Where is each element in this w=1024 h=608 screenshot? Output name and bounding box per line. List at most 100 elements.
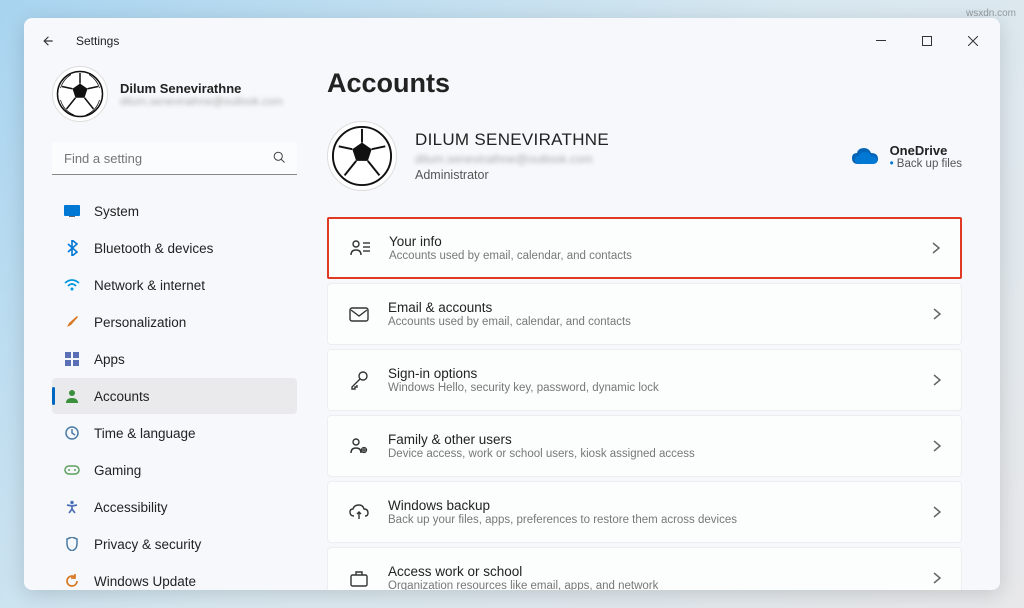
email-icon: [348, 307, 370, 322]
wifi-icon: [64, 277, 80, 293]
card-signin-options[interactable]: Sign-in optionsWindows Hello, security k…: [327, 349, 962, 411]
sidebar-item-accessibility[interactable]: Accessibility: [52, 489, 297, 525]
avatar: [52, 66, 108, 122]
nav-label: Accessibility: [94, 500, 168, 515]
sidebar-item-personalization[interactable]: Personalization: [52, 304, 297, 340]
search-box: [52, 142, 297, 175]
profile-name: Dilum Senevirathne: [120, 81, 283, 96]
search-icon: [272, 150, 287, 165]
sidebar-item-accounts[interactable]: Accounts: [52, 378, 297, 414]
nav-label: Accounts: [94, 389, 150, 404]
card-title: Family & other users: [388, 432, 915, 447]
card-sub: Device access, work or school users, kio…: [388, 448, 915, 460]
sidebar-item-system[interactable]: System: [52, 193, 297, 229]
nav-label: Time & language: [94, 426, 196, 441]
shield-icon: [64, 536, 80, 552]
card-list: Your infoAccounts used by email, calenda…: [327, 217, 962, 590]
maximize-button[interactable]: [904, 22, 950, 60]
nav-label: Windows Update: [94, 574, 196, 589]
sidebar-item-apps[interactable]: Apps: [52, 341, 297, 377]
briefcase-icon: [348, 570, 370, 587]
chevron-right-icon: [933, 374, 941, 386]
person-icon: [64, 388, 80, 404]
family-icon: [348, 437, 370, 455]
onedrive-sub: Back up files: [890, 158, 962, 170]
sidebar-item-privacy[interactable]: Privacy & security: [52, 526, 297, 562]
account-name: DILUM SENEVIRATHNE: [415, 130, 834, 150]
card-sub: Organization resources like email, apps,…: [388, 580, 915, 590]
nav-label: System: [94, 204, 139, 219]
back-button[interactable]: [28, 21, 68, 61]
close-icon: [968, 36, 978, 46]
chevron-right-icon: [933, 440, 941, 452]
update-icon: [64, 573, 80, 589]
gaming-icon: [64, 462, 80, 478]
minimize-icon: [876, 36, 886, 46]
card-sub: Accounts used by email, calendar, and co…: [389, 250, 914, 262]
card-title: Your info: [389, 234, 914, 249]
sidebar-item-update[interactable]: Windows Update: [52, 563, 297, 590]
card-title: Windows backup: [388, 498, 915, 513]
chevron-right-icon: [933, 506, 941, 518]
chevron-right-icon: [933, 308, 941, 320]
titlebar: Settings: [24, 18, 1000, 64]
nav-label: Gaming: [94, 463, 141, 478]
nav-label: Network & internet: [94, 278, 205, 293]
card-email-accounts[interactable]: Email & accountsAccounts used by email, …: [327, 283, 962, 345]
bluetooth-icon: [64, 240, 80, 256]
close-button[interactable]: [950, 22, 996, 60]
nav-label: Privacy & security: [94, 537, 201, 552]
card-sub: Accounts used by email, calendar, and co…: [388, 316, 915, 328]
sidebar-item-gaming[interactable]: Gaming: [52, 452, 297, 488]
onedrive-title: OneDrive: [890, 143, 962, 158]
content: Dilum Senevirathne dilum.senevirathne@ou…: [24, 64, 1000, 590]
window-controls: [858, 22, 996, 60]
app-title: Settings: [76, 34, 119, 48]
minimize-button[interactable]: [858, 22, 904, 60]
onedrive-card[interactable]: OneDrive Back up files: [852, 143, 962, 170]
nav-label: Bluetooth & devices: [94, 241, 213, 256]
nav-label: Apps: [94, 352, 125, 367]
system-icon: [64, 203, 80, 219]
maximize-icon: [922, 36, 932, 46]
key-icon: [348, 370, 370, 390]
chevron-right-icon: [932, 242, 940, 254]
chevron-right-icon: [933, 572, 941, 584]
sidebar-profile[interactable]: Dilum Senevirathne dilum.senevirathne@ou…: [52, 66, 297, 122]
profile-email: dilum.senevirathne@outlook.com: [120, 96, 283, 108]
card-backup[interactable]: Windows backupBack up your files, apps, …: [327, 481, 962, 543]
card-title: Email & accounts: [388, 300, 915, 315]
sidebar-item-bluetooth[interactable]: Bluetooth & devices: [52, 230, 297, 266]
card-your-info[interactable]: Your infoAccounts used by email, calenda…: [327, 217, 962, 279]
account-role: Administrator: [415, 168, 834, 182]
nav-label: Personalization: [94, 315, 186, 330]
account-avatar: [327, 121, 397, 191]
back-arrow-icon: [41, 34, 55, 48]
sidebar: Dilum Senevirathne dilum.senevirathne@ou…: [24, 64, 309, 590]
watermark: wsxdn.com: [966, 8, 1016, 19]
sidebar-item-time[interactable]: Time & language: [52, 415, 297, 451]
settings-window: Settings Dilum Senevirathne dilum.senevi…: [24, 18, 1000, 590]
backup-icon: [348, 504, 370, 520]
card-sub: Windows Hello, security key, password, d…: [388, 382, 915, 394]
accessibility-icon: [64, 499, 80, 515]
card-sub: Back up your files, apps, preferences to…: [388, 514, 915, 526]
account-email: dilum.senevirathne@outlook.com: [415, 152, 834, 166]
card-title: Access work or school: [388, 564, 915, 579]
card-work-school[interactable]: Access work or schoolOrganization resour…: [327, 547, 962, 590]
card-title: Sign-in options: [388, 366, 915, 381]
soccer-ball-icon: [56, 70, 104, 118]
search-input[interactable]: [52, 142, 297, 175]
soccer-ball-icon: [331, 125, 393, 187]
onedrive-icon: [852, 148, 878, 165]
card-family[interactable]: Family & other usersDevice access, work …: [327, 415, 962, 477]
clock-icon: [64, 425, 80, 441]
paintbrush-icon: [64, 314, 80, 330]
sidebar-item-network[interactable]: Network & internet: [52, 267, 297, 303]
apps-icon: [64, 351, 80, 367]
page-title: Accounts: [327, 68, 962, 99]
main-panel: Accounts DILUM SENEVIRATHNE dilum.senevi…: [309, 64, 1000, 590]
your-info-icon: [349, 239, 371, 257]
nav-list: System Bluetooth & devices Network & int…: [52, 193, 297, 590]
account-header: DILUM SENEVIRATHNE dilum.senevirathne@ou…: [327, 121, 962, 191]
